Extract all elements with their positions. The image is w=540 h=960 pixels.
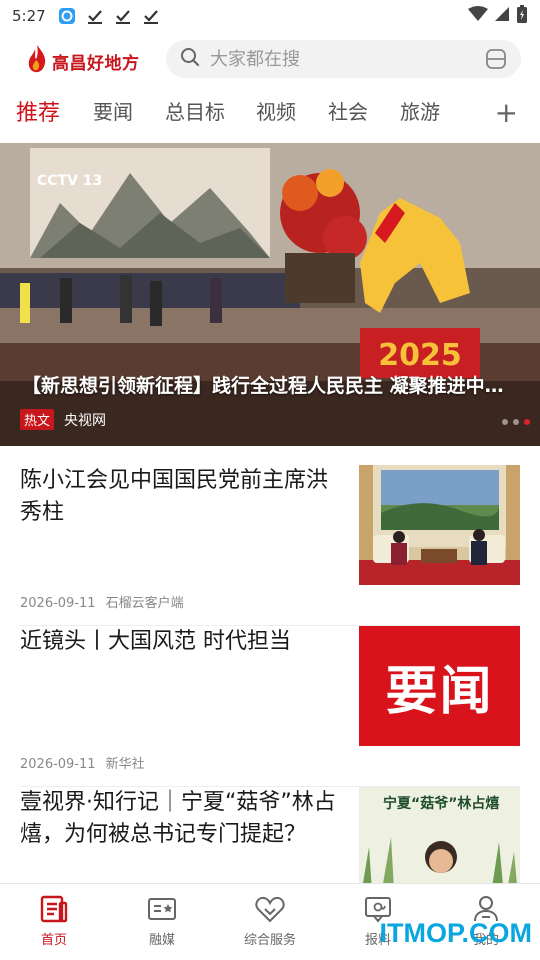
channel-tabs: 推荐 要闻 总目标 视频 社会 旅游 + [0,96,540,136]
tab-headlines[interactable]: 要闻 [93,96,133,125]
banner-image: 2025 CCTV 13 [0,143,540,446]
search-icon [180,47,200,71]
news-date: 2026-09-11 [20,757,96,772]
app-logo-text: 高昌好地方 [52,53,140,74]
search-bar[interactable] [166,40,521,78]
nav-label: 融媒 [148,933,175,948]
app-logo[interactable]: 高昌好地方 [26,44,140,78]
nav-home[interactable]: 首页 [0,884,108,960]
wifi-icon [468,6,488,26]
news-title[interactable]: 壹视界·知行记｜宁夏“菇爷”林占熺，为何被总书记专门提起？ [20,787,340,851]
banner-meta: 热文 央视网 [20,409,106,430]
service-icon [255,894,285,924]
banner-carousel[interactable]: 2025 CCTV 13 【新思想引领新征程】践行全过程人民民主 凝聚推进中国式… [0,143,540,446]
signal-icon [494,6,510,26]
news-source: 新华社 [105,757,145,772]
media-icon [147,894,177,924]
news-title[interactable]: 陈小江会见中国国民党前主席洪秀柱 [20,465,340,529]
news-meta: 2026-09-11 新华社 [20,753,145,772]
svg-text:2025: 2025 [378,338,462,373]
news-thumbnail[interactable]: 要闻 [359,626,520,746]
tab-recommend[interactable]: 推荐 [16,95,60,127]
download-done-icon [112,6,134,26]
thumbnail-text: 宁夏“菇爷”林占熺 [383,796,500,812]
hot-badge: 热文 [20,409,55,430]
status-bar: 5:27 [0,0,540,32]
scan-icon[interactable] [485,48,507,74]
news-source: 石榴云客户端 [105,596,184,611]
tab-society[interactable]: 社会 [328,96,368,125]
tab-general-goal[interactable]: 总目标 [165,96,225,125]
news-thumbnail[interactable] [359,465,520,585]
news-title[interactable]: 近镜头丨大国风范 时代担当 [20,626,340,658]
nav-media[interactable]: 融媒 [108,884,216,960]
news-item[interactable]: 陈小江会见中国国民党前主席洪秀柱 2026-09-11 石榴云客户端 [20,465,520,626]
battery-icon [516,4,528,28]
status-time: 5:27 [12,7,46,25]
search-input[interactable] [210,48,470,70]
news-date: 2026-09-11 [20,596,96,611]
nav-label: 首页 [40,933,67,948]
top-header: 高昌好地方 [0,38,540,82]
svg-text:CCTV 13: CCTV 13 [37,173,102,189]
banner-source: 央视网 [64,412,107,429]
carousel-dot[interactable] [502,419,508,425]
app-notification-icon [56,6,78,26]
home-icon [39,894,69,924]
carousel-dot-active[interactable] [524,419,530,425]
nav-label: 综合服务 [243,933,296,948]
carousel-indicator [502,419,530,425]
nav-services[interactable]: 综合服务 [216,884,324,960]
tab-travel[interactable]: 旅游 [400,96,440,125]
add-channel-icon[interactable]: + [495,96,518,130]
news-item[interactable]: 近镜头丨大国风范 时代担当 2026-09-11 新华社 要闻 [20,626,520,787]
carousel-dot[interactable] [513,419,519,425]
banner-title[interactable]: 【新思想引领新征程】践行全过程人民民主 凝聚推进中国式现代化强大力量 [22,371,522,398]
thumbnail-text: 要闻 [385,661,494,722]
watermark: ITMOP.COM [379,918,532,948]
tab-video[interactable]: 视频 [256,96,296,125]
download-done-icon [84,6,106,26]
news-meta: 2026-09-11 石榴云客户端 [20,592,184,611]
flame-logo-icon [26,44,48,78]
download-done-icon [140,6,162,26]
